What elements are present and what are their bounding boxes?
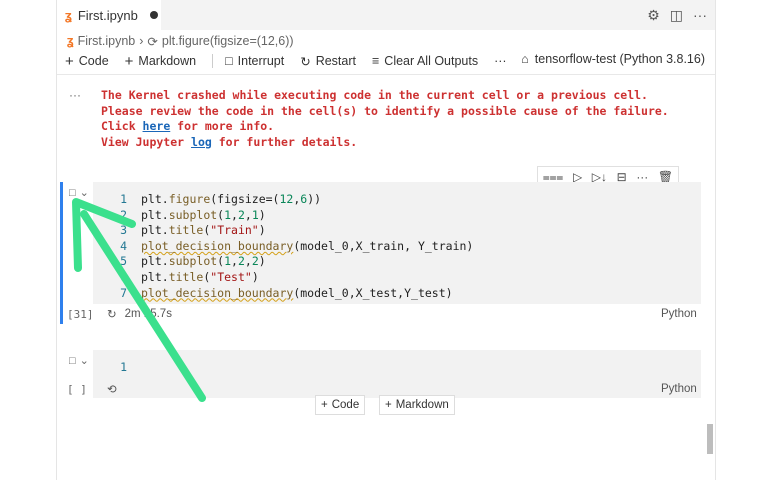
history-icon: ⟲	[107, 384, 117, 396]
error-line-3: Click here for more info.	[101, 119, 669, 135]
execution-count: [31]	[67, 308, 94, 321]
restart-icon: ↻	[300, 54, 311, 69]
toolbar-more-button[interactable]: ···	[494, 54, 507, 68]
error-text: for further details.	[211, 134, 358, 149]
breadcrumb-file[interactable]: First.ipynb	[78, 34, 136, 48]
kernel-picker[interactable]: ⌂ tensorflow-test (Python 3.8.16)	[521, 52, 705, 66]
error-line-1: The Kernel crashed while executing code …	[101, 88, 648, 102]
add-code-cell-button[interactable]: + Code	[315, 395, 366, 415]
chevron-down-icon[interactable]: ⌄	[80, 354, 89, 367]
code-line[interactable]: 3 plt.title("Train")	[93, 223, 266, 239]
line-number: 4	[120, 238, 127, 253]
kernel-icon: ⌂	[521, 52, 529, 66]
plus-icon: +	[65, 52, 74, 70]
cell-1-controls: □ ⌄	[69, 186, 89, 200]
clear-outputs-label: Clear All Outputs	[384, 54, 479, 68]
add-code-cell-label: Code	[331, 399, 360, 411]
restart-button[interactable]: ↻ Restart	[300, 54, 356, 69]
add-markdown-cell-label: Markdown	[395, 399, 449, 411]
add-code-label: Code	[78, 54, 109, 68]
add-markdown-cell-button[interactable]: + Markdown	[379, 395, 455, 415]
kernel-crash-message: The Kernel crashed while executing code …	[101, 88, 669, 150]
code-line[interactable]: 5 plt.subplot(1,2,2)	[93, 254, 266, 270]
line-number: 1	[120, 192, 127, 206]
plus-icon: +	[124, 52, 134, 70]
add-markdown-label: Markdown	[138, 54, 197, 68]
cell-language[interactable]: Python	[661, 308, 697, 320]
code-cell-2[interactable]: 1	[93, 350, 701, 398]
tab-actions: ⚙ ◫ ···	[647, 7, 707, 24]
restart-label: Restart	[315, 54, 356, 68]
line-number: 3	[120, 223, 127, 238]
split-editor-icon[interactable]: ◫	[670, 7, 683, 24]
unsaved-dot-icon[interactable]	[149, 11, 158, 19]
add-markdown-button[interactable]: + Markdown	[125, 53, 196, 70]
plus-icon: +	[385, 399, 392, 411]
plus-icon: +	[321, 399, 328, 411]
code-cell-1[interactable]: 1 plt.figure(figsize=(12,6)) 2 plt.subplot…	[93, 182, 701, 304]
tab-first-ipynb[interactable]: ʓ First.ipynb	[57, 0, 161, 30]
tab-title: First.ipynb	[77, 7, 138, 23]
line-number: 7	[120, 285, 127, 300]
interrupt-button[interactable]: □ Interrupt	[225, 54, 284, 68]
error-text: View Jupyter	[101, 134, 192, 149]
code-line[interactable]: 7 plot_decision_boundary(model_0,X_test,Y…	[93, 286, 453, 302]
cell-2-controls: □ ⌄	[69, 354, 89, 368]
code-line[interactable]: 6 plt.title("Test")	[93, 270, 259, 286]
clear-all-icon: ≡	[372, 54, 380, 68]
code-line[interactable]: 1	[93, 360, 141, 376]
elapsed-time: 2m 15.7s	[124, 308, 172, 320]
code-line[interactable]: 2 plt.subplot(1,2,1)	[93, 208, 266, 224]
ellipsis-icon[interactable]: ···	[693, 7, 707, 24]
chevron-down-icon[interactable]: ⌄	[80, 186, 89, 199]
cell-status: ↻ 2m 15.7s	[107, 307, 172, 321]
log-link[interactable]: log	[191, 135, 212, 149]
execution-count: [ ]	[67, 383, 87, 396]
error-line-4: View Jupyter log for further details.	[101, 135, 669, 151]
tab-bar: ʓ First.ipynb ⚙ ◫ ···	[57, 0, 715, 30]
here-link[interactable]: here	[143, 119, 171, 133]
cell-status: ⟲	[107, 382, 117, 396]
cell-symbol-icon: ⟳	[147, 34, 158, 49]
line-number: 5	[120, 254, 127, 269]
notebook-editor: ʓ First.ipynb ⚙ ◫ ··· ʓ First.ipynb › ⟳ …	[56, 0, 716, 480]
toolbar-divider-line	[57, 74, 715, 75]
add-code-button[interactable]: + Code	[65, 53, 109, 70]
line-number: 6	[120, 270, 127, 284]
error-text: Click	[101, 119, 143, 134]
error-text: for more info.	[170, 119, 275, 134]
refresh-icon: ↻	[107, 309, 117, 321]
line-number: 2	[120, 207, 127, 222]
breadcrumb: ʓ First.ipynb › ⟳ plt.figure(figsize=(12…	[67, 32, 294, 50]
clear-outputs-button[interactable]: ≡ Clear All Outputs	[372, 54, 478, 68]
stop-icon: □	[225, 54, 233, 68]
run-cell-icon[interactable]: □	[69, 355, 76, 367]
scrollbar-thumb[interactable]	[707, 424, 713, 454]
gear-icon[interactable]: ⚙	[647, 7, 660, 24]
jupyter-icon: ʓ	[67, 34, 74, 48]
error-line-2: Please review the code in the cell(s) to…	[101, 103, 669, 118]
notebook-toolbar: + Code + Markdown □ Interrupt ↻ Restart …	[65, 52, 523, 70]
output-more-button[interactable]: ···	[69, 88, 81, 102]
breadcrumb-symbol[interactable]: plt.figure(figsize=(12,6))	[162, 34, 294, 48]
toolbar-divider	[212, 54, 214, 68]
code-line[interactable]: 4 plot_decision_boundary(model_0,X_train,…	[93, 239, 473, 255]
cell-language[interactable]: Python	[661, 383, 697, 395]
jupyter-icon: ʓ	[65, 7, 72, 23]
line-number: 1	[120, 360, 127, 374]
kernel-label: tensorflow-test (Python 3.8.16)	[534, 52, 705, 66]
code-line[interactable]: 1 plt.figure(figsize=(12,6))	[93, 192, 321, 208]
chevron-right-icon: ›	[139, 34, 144, 48]
run-cell-icon[interactable]: □	[69, 187, 76, 199]
interrupt-label: Interrupt	[237, 54, 285, 68]
cell-focus-indicator	[60, 182, 63, 324]
